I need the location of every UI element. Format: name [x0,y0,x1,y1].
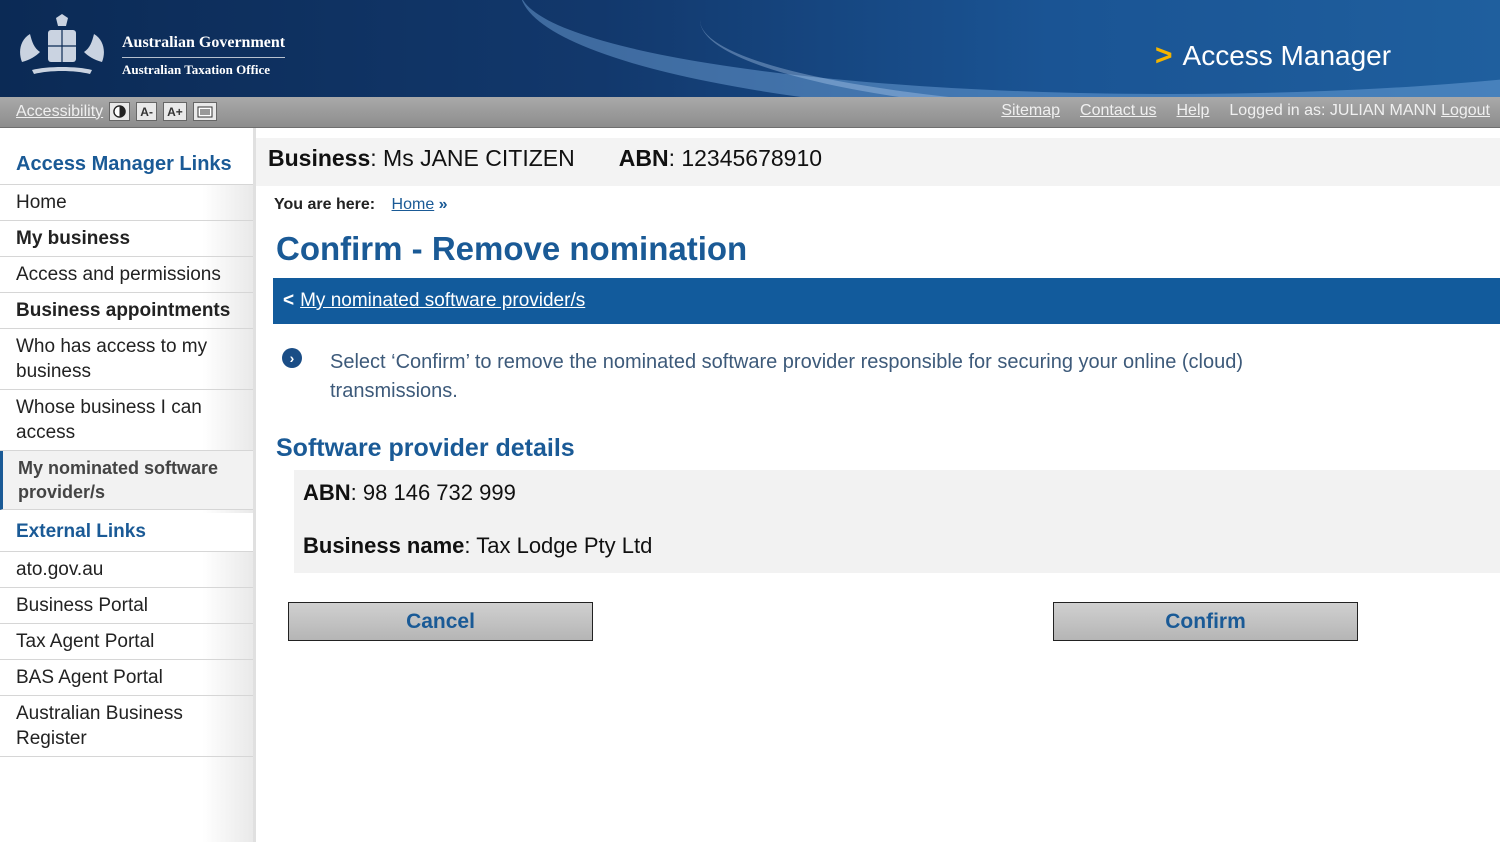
external-link-ato[interactable]: ato.gov.au [0,552,253,588]
abn-value: 12345678910 [681,145,823,171]
confirm-button[interactable]: Confirm [1053,602,1358,641]
utility-bar: Accessibility A- A+ Sitemap Contact us H… [0,97,1500,128]
sidebar-item-access-permissions[interactable]: Access and permissions [0,257,253,293]
provider-abn-label: ABN [303,480,351,505]
sidebar: Access Manager Links Home My business Ac… [0,128,256,842]
back-navigation-bar: < My nominated software provider/s [273,278,1500,324]
back-link[interactable]: My nominated software provider/s [300,290,585,311]
sidebar-item-business-appointments[interactable]: Business appointments [0,293,253,329]
sidebar-item-whose-business[interactable]: Whose business I can access [0,390,253,451]
provider-abn-row: ABN: 98 146 732 999 [303,480,516,505]
arrow-bullet-icon: › [282,348,302,368]
decrease-text-button[interactable]: A- [136,102,158,121]
agency-name: Australian Taxation Office [122,57,286,78]
contact-us-link[interactable]: Contact us [1080,102,1156,120]
sidebar-item-nominated-provider[interactable]: My nominated software provider/s [0,451,253,510]
provider-name-row: Business name: Tax Lodge Pty Ltd [303,533,653,558]
breadcrumb-home-link[interactable]: Home [392,196,435,213]
breadcrumb-separator: » [438,196,448,213]
external-link-bas-agent-portal[interactable]: BAS Agent Portal [0,660,253,696]
info-text: Select ‘Confirm’ to remove the nominated… [330,351,1244,402]
sidebar-item-my-business[interactable]: My business [0,221,253,257]
breadcrumb-prefix: You are here: [274,196,376,213]
external-link-tax-agent-portal[interactable]: Tax Agent Portal [0,624,253,660]
sidebar-item-home[interactable]: Home [0,185,253,221]
increase-text-button[interactable]: A+ [163,102,187,121]
contrast-icon [113,105,126,118]
abn-label: ABN [618,145,669,171]
section-title: Software provider details [276,434,575,462]
sitemap-link[interactable]: Sitemap [1001,102,1060,120]
gov-name: Australian Government [122,34,286,51]
provider-abn-value: 98 146 732 999 [362,480,516,505]
breadcrumb: You are here: Home » [274,196,448,214]
business-label: Business [268,145,371,171]
sidebar-heading: Access Manager Links [0,128,253,185]
government-wordmark: Australian Government Australian Taxatio… [122,34,286,78]
app-title: > Access Manager [1155,40,1391,72]
sidebar-item-who-has-access[interactable]: Who has access to my business [0,329,253,390]
business-value: Ms JANE CITIZEN [383,145,575,171]
external-links-heading: External Links [0,513,253,552]
lines-icon [197,106,213,117]
coat-of-arms-icon [20,14,104,74]
cancel-button[interactable]: Cancel [288,602,593,641]
contrast-toggle-button[interactable] [109,102,131,121]
provider-name-label: Business name [303,533,465,558]
external-link-business-portal[interactable]: Business Portal [0,588,253,624]
chevron-right-icon: > [1155,39,1173,72]
accessibility-link[interactable]: Accessibility [16,103,103,121]
provider-name-value: Tax Lodge Pty Ltd [476,533,653,558]
help-link[interactable]: Help [1177,102,1210,120]
site-header: Australian Government Australian Taxatio… [0,0,1500,97]
app-title-text: Access Manager [1182,40,1392,71]
provider-details: ABN: 98 146 732 999 Business name: Tax L… [294,470,1500,573]
logged-in-status: Logged in as: JULIAN MANN [1229,102,1437,119]
info-message: › Select ‘Confirm’ to remove the nominat… [282,348,1362,406]
external-link-abr[interactable]: Australian Business Register [0,696,253,757]
business-info-bar: Business: Ms JANE CITIZEN ABN: 1234567891… [256,138,1500,186]
page-title: Confirm - Remove nomination [276,230,748,267]
back-arrow-icon: < [283,290,295,311]
logout-link[interactable]: Logout [1441,102,1490,119]
text-only-button[interactable] [192,102,217,121]
